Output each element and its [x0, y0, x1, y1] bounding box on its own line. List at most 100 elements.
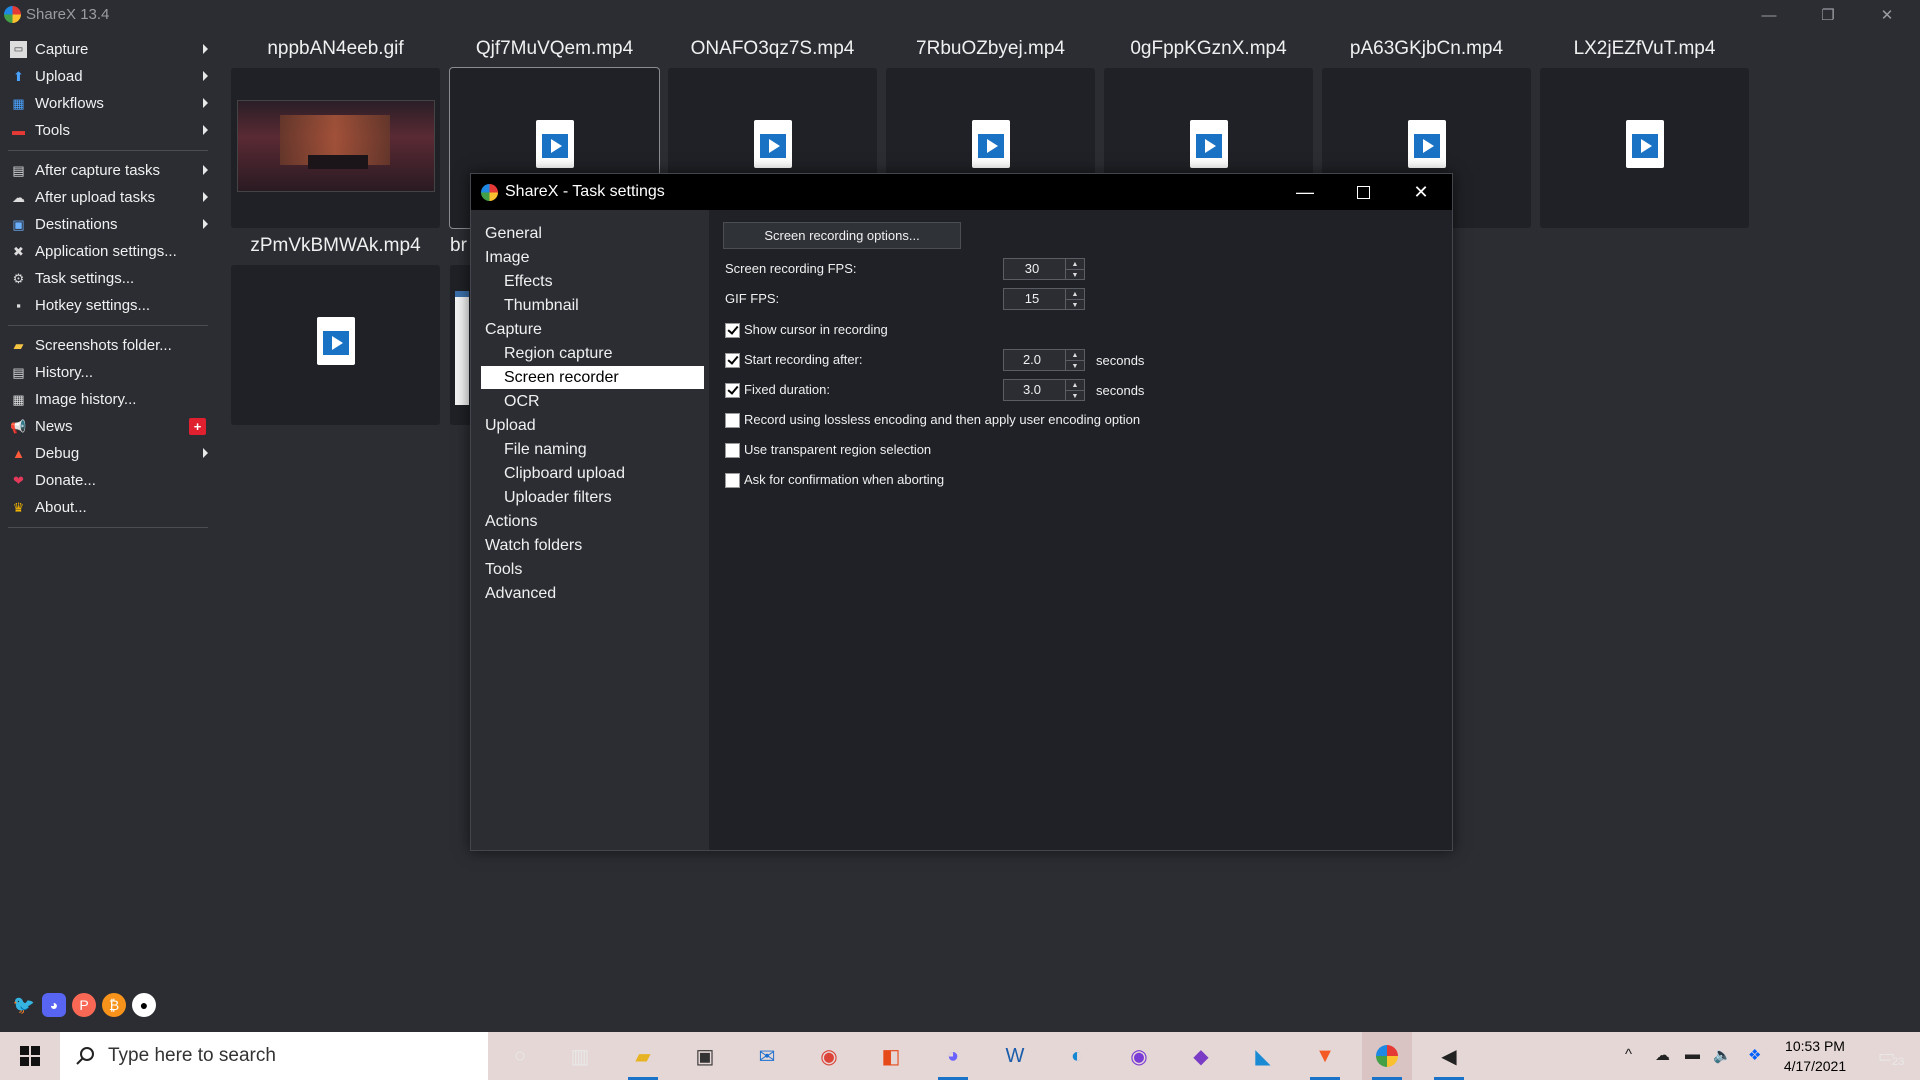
show-cursor-checkbox[interactable]: [725, 323, 740, 338]
task-view-icon[interactable]: ▥: [555, 1032, 605, 1080]
battery-icon[interactable]: ▬: [1685, 1046, 1700, 1063]
tree-item-file-naming[interactable]: File naming: [504, 438, 587, 461]
menu-item-application-settings[interactable]: ✖ Application settings...: [0, 238, 212, 265]
screen-recording-options-button[interactable]: Screen recording options...: [723, 222, 961, 249]
file-thumbnail[interactable]: LX2jEZfVuT.mp4: [1540, 38, 1749, 228]
spin-down-icon[interactable]: ▼: [1066, 391, 1084, 401]
tree-item-effects[interactable]: Effects: [504, 270, 553, 293]
tree-item-ocr[interactable]: OCR: [504, 390, 540, 413]
menu-item-after-upload-tasks[interactable]: ☁ After upload tasks: [0, 184, 212, 211]
tree-item-screen-recorder[interactable]: Screen recorder: [481, 366, 704, 389]
volume-icon[interactable]: 🔈: [1713, 1046, 1732, 1064]
transparent-region-checkbox[interactable]: [725, 443, 740, 458]
menu-item-workflows[interactable]: ▦ Workflows: [0, 90, 212, 117]
tree-item-capture[interactable]: Capture: [485, 318, 542, 341]
dialog-maximize-button[interactable]: [1334, 174, 1392, 210]
twitter-icon[interactable]: 🐦: [12, 993, 36, 1017]
show-hidden-icons-icon[interactable]: ^: [1625, 1046, 1632, 1063]
word-icon[interactable]: W: [990, 1032, 1040, 1080]
chrome-icon[interactable]: ◉: [804, 1032, 854, 1080]
store-icon[interactable]: ▣: [680, 1032, 730, 1080]
spin-up-icon[interactable]: ▲: [1066, 350, 1084, 361]
edge-icon[interactable]: ◐: [1052, 1032, 1102, 1080]
menu-item-after-capture-tasks[interactable]: ▤ After capture tasks: [0, 157, 212, 184]
spin-down-icon[interactable]: ▼: [1066, 300, 1084, 310]
menu-item-about[interactable]: ♛ About...: [0, 494, 212, 521]
sharex-taskbar-icon[interactable]: [1362, 1032, 1412, 1080]
file-thumbnail[interactable]: zPmVkBMWAk.mp4: [231, 235, 440, 425]
spin-up-icon[interactable]: ▲: [1066, 289, 1084, 300]
dialog-minimize-button[interactable]: —: [1276, 174, 1334, 210]
tree-item-region-capture[interactable]: Region capture: [504, 342, 613, 365]
office-icon[interactable]: ◧: [866, 1032, 916, 1080]
fixed-duration-spinner[interactable]: ▲ ▼: [1065, 380, 1084, 400]
tree-item-uploader-filters[interactable]: Uploader filters: [504, 486, 612, 509]
tree-item-image[interactable]: Image: [485, 246, 529, 269]
menu-item-task-settings[interactable]: ⚙ Task settings...: [0, 265, 212, 292]
menu-item-image-history[interactable]: ▦ Image history...: [0, 386, 212, 413]
bitcoin-icon[interactable]: ₿: [102, 993, 126, 1017]
file-thumbnail[interactable]: pA63GKjbCn.mp4: [1322, 38, 1531, 228]
spin-up-icon[interactable]: ▲: [1066, 380, 1084, 391]
lossless-checkbox[interactable]: [725, 413, 740, 428]
close-button[interactable]: ✕: [1860, 0, 1914, 30]
notification-center-button[interactable]: ▭ 23: [1862, 1032, 1920, 1080]
tree-item-clipboard-upload[interactable]: Clipboard upload: [504, 462, 625, 485]
onedrive-icon[interactable]: ☁: [1655, 1046, 1670, 1064]
start-after-input[interactable]: 2.0 ▲ ▼: [1003, 349, 1085, 371]
visual-studio-icon[interactable]: ◆: [1176, 1032, 1226, 1080]
start-after-spinner[interactable]: ▲ ▼: [1065, 350, 1084, 370]
file-thumbnail[interactable]: 0gFppKGznX.mp4: [1104, 38, 1313, 228]
taskbar-clock[interactable]: 10:53 PM 4/17/2021: [1770, 1032, 1860, 1080]
menu-item-debug[interactable]: ▲ Debug: [0, 440, 212, 467]
file-explorer-icon[interactable]: ▰: [618, 1032, 668, 1080]
tree-item-tools[interactable]: Tools: [485, 558, 522, 581]
taskbar-search[interactable]: Type here to search: [60, 1032, 488, 1080]
tree-item-advanced[interactable]: Advanced: [485, 582, 556, 605]
dialog-close-button[interactable]: ✕: [1392, 174, 1450, 210]
confirm-abort-checkbox[interactable]: [725, 473, 740, 488]
github-desktop-icon[interactable]: ◉: [1114, 1032, 1164, 1080]
discord-icon[interactable]: ◕: [42, 993, 66, 1017]
fps-spinner[interactable]: ▲ ▼: [1065, 259, 1084, 279]
tree-item-thumbnail[interactable]: Thumbnail: [504, 294, 579, 317]
menu-item-tools[interactable]: ▬ Tools: [0, 117, 212, 144]
github-icon[interactable]: ●: [132, 993, 156, 1017]
gif-fps-input[interactable]: 15 ▲ ▼: [1003, 288, 1085, 310]
restore-button[interactable]: ❐: [1801, 0, 1855, 30]
file-thumbnail[interactable]: Qjf7MuVQem.mp4: [449, 38, 660, 229]
spin-up-icon[interactable]: ▲: [1066, 259, 1084, 270]
start-after-checkbox[interactable]: [725, 353, 740, 368]
mail-icon[interactable]: ✉: [742, 1032, 792, 1080]
menu-item-destinations[interactable]: ▣ Destinations: [0, 211, 212, 238]
dropbox-icon[interactable]: ❖: [1748, 1046, 1761, 1064]
fixed-duration-checkbox[interactable]: [725, 383, 740, 398]
start-button[interactable]: [0, 1032, 60, 1080]
spin-down-icon[interactable]: ▼: [1066, 361, 1084, 371]
gif-fps-spinner[interactable]: ▲ ▼: [1065, 289, 1084, 309]
tree-item-actions[interactable]: Actions: [485, 510, 537, 533]
file-thumbnail[interactable]: ONAFO3qz7S.mp4: [668, 38, 877, 228]
patreon-icon[interactable]: P: [72, 993, 96, 1017]
brave-icon[interactable]: ▼: [1300, 1032, 1350, 1080]
menu-item-donate[interactable]: ❤ Donate...: [0, 467, 212, 494]
menu-item-hotkey-settings[interactable]: ▪ Hotkey settings...: [0, 292, 212, 319]
menu-item-news[interactable]: 📢 News +: [0, 413, 212, 440]
tree-item-upload[interactable]: Upload: [485, 414, 536, 437]
menu-item-screenshots-folder[interactable]: ▰ Screenshots folder...: [0, 332, 212, 359]
menu-item-upload[interactable]: ⬆ Upload: [0, 63, 212, 90]
minimize-button[interactable]: —: [1742, 0, 1796, 30]
tree-item-watch-folders[interactable]: Watch folders: [485, 534, 582, 557]
file-thumbnail[interactable]: 7RbuOZbyej.mp4: [886, 38, 1095, 228]
fps-input[interactable]: 30 ▲ ▼: [1003, 258, 1085, 280]
vscode-icon[interactable]: ◣: [1238, 1032, 1288, 1080]
cortana-icon[interactable]: ○: [495, 1032, 545, 1080]
app-icon[interactable]: ◀: [1424, 1032, 1474, 1080]
fixed-duration-input[interactable]: 3.0 ▲ ▼: [1003, 379, 1085, 401]
menu-item-history[interactable]: ▤ History...: [0, 359, 212, 386]
discord-taskbar-icon[interactable]: ◕: [928, 1032, 978, 1080]
file-thumbnail[interactable]: nppbAN4eeb.gif: [231, 38, 440, 228]
spin-down-icon[interactable]: ▼: [1066, 270, 1084, 280]
menu-item-capture[interactable]: ▭ Capture: [0, 36, 212, 63]
tree-item-general[interactable]: General: [485, 222, 542, 245]
